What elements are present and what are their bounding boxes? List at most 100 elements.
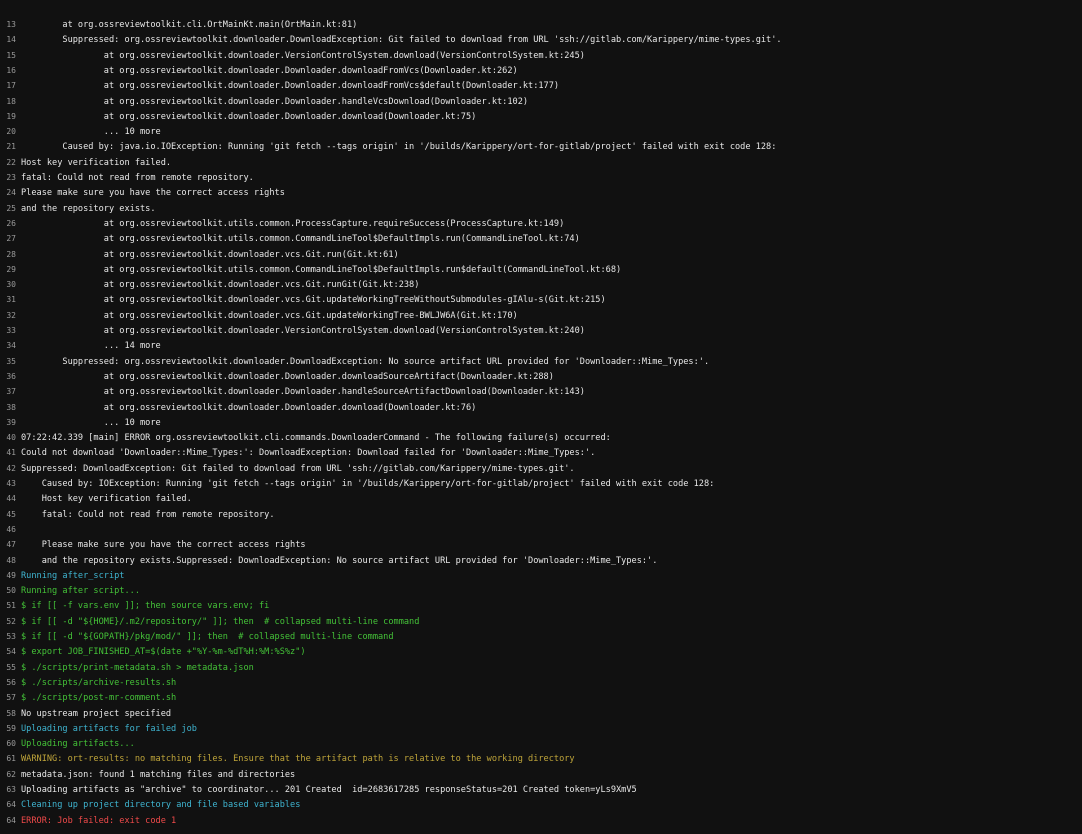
line-number[interactable]: 55 <box>0 662 16 674</box>
log-line-text: at org.ossreviewtoolkit.downloader.Versi… <box>21 50 585 61</box>
log-line-text: Uploading artifacts for failed job <box>21 723 197 734</box>
line-number[interactable]: 25 <box>0 203 16 215</box>
line-number[interactable]: 24 <box>0 187 16 199</box>
log-line-text: $ if [[ -d "${HOME}/.m2/repository/" ]];… <box>21 616 420 627</box>
log-line-text: and the repository exists. <box>21 203 156 214</box>
log-line-text: Please make sure you have the correct ac… <box>21 188 285 199</box>
log-line-text: No upstream project specified <box>21 708 172 719</box>
line-number[interactable]: 29 <box>0 264 16 276</box>
line-number[interactable]: 19 <box>0 111 16 123</box>
line-number[interactable]: 61 <box>0 753 16 765</box>
log-line-text: Host key verification failed. <box>21 157 172 168</box>
log-line-text: at org.ossreviewtoolkit.downloader.Downl… <box>21 402 477 413</box>
log-line-text: at org.ossreviewtoolkit.utils.common.Com… <box>21 234 580 245</box>
log-line-text: $ if [[ -f vars.env ]]; then source vars… <box>21 601 270 612</box>
line-number[interactable]: 36 <box>0 371 16 383</box>
line-number[interactable]: 64 <box>0 815 16 827</box>
log-line-text: fatal: Could not read from remote reposi… <box>21 509 275 520</box>
line-number[interactable]: 58 <box>0 708 16 720</box>
line-number[interactable]: 52 <box>0 616 16 628</box>
log-line-text: at org.ossreviewtoolkit.downloader.Downl… <box>21 387 585 398</box>
line-number[interactable]: 53 <box>0 631 16 643</box>
line-number[interactable]: 48 <box>0 555 16 567</box>
line-number[interactable]: 30 <box>0 279 16 291</box>
log-line-text: WARNING: ort-results: no matching files.… <box>21 754 575 765</box>
line-number[interactable]: 59 <box>0 723 16 735</box>
line-number[interactable]: 17 <box>0 80 16 92</box>
log-line-text: $ ./scripts/archive-results.sh <box>21 677 177 688</box>
line-number[interactable]: 57 <box>0 692 16 704</box>
log-line-text: Suppressed: org.ossreviewtoolkit.downloa… <box>21 356 710 367</box>
line-number[interactable]: 60 <box>0 738 16 750</box>
line-number[interactable]: 31 <box>0 294 16 306</box>
line-number[interactable]: 26 <box>0 218 16 230</box>
log-line-text: ... 14 more <box>21 341 161 352</box>
line-number[interactable]: 37 <box>0 386 16 398</box>
job-log-output[interactable]: 13 at org.ossreviewtoolkit.cli.OrtMainKt… <box>0 0 1082 834</box>
line-number[interactable]: 45 <box>0 509 16 521</box>
line-number[interactable]: 32 <box>0 310 16 322</box>
log-line-text: Suppressed: org.ossreviewtoolkit.downloa… <box>21 35 782 46</box>
line-number[interactable]: 50 <box>0 585 16 597</box>
line-number[interactable]: 18 <box>0 96 16 108</box>
line-number[interactable]: 22 <box>0 157 16 169</box>
line-number[interactable]: 15 <box>0 50 16 62</box>
log-line-text: Running after_script <box>21 570 125 581</box>
line-number[interactable]: 38 <box>0 402 16 414</box>
log-line-text: 07:22:42.339 [main] ERROR org.ossreviewt… <box>21 433 611 444</box>
line-number[interactable]: 39 <box>0 417 16 429</box>
log-line-text: Uploading artifacts... <box>21 739 135 750</box>
log-line-text: at org.ossreviewtoolkit.downloader.Versi… <box>21 326 585 336</box>
line-number[interactable]: 20 <box>0 126 16 138</box>
line-number[interactable]: 54 <box>0 646 16 658</box>
line-number[interactable]: 43 <box>0 478 16 490</box>
line-number[interactable]: 62 <box>0 769 16 781</box>
line-number[interactable]: 63 <box>0 784 16 796</box>
line-number[interactable]: 51 <box>0 600 16 612</box>
line-number[interactable]: 23 <box>0 172 16 184</box>
line-number[interactable]: 40 <box>0 432 16 444</box>
log-line-text: at org.ossreviewtoolkit.utils.common.Pro… <box>21 218 565 229</box>
line-number[interactable]: 47 <box>0 539 16 551</box>
line-number[interactable]: 64 <box>0 799 16 811</box>
log-line-text: metadata.json: found 1 matching files an… <box>21 769 296 780</box>
log-line-text: at org.ossreviewtoolkit.downloader.Downl… <box>21 81 560 92</box>
log-line-text: Please make sure you have the correct ac… <box>21 540 306 551</box>
log-line-text: at org.ossreviewtoolkit.downloader.Downl… <box>21 96 529 107</box>
line-number[interactable]: 27 <box>0 233 16 245</box>
line-number[interactable]: 41 <box>0 447 16 459</box>
log-line-text: Could not download 'Downloader::Mime_Typ… <box>21 448 596 459</box>
log-line-text: at org.ossreviewtoolkit.downloader.vcs.G… <box>21 310 518 321</box>
log-line-text: at org.ossreviewtoolkit.utils.common.Com… <box>21 264 622 275</box>
log-line-text: Cleaning up project directory and file b… <box>21 800 301 811</box>
line-number[interactable]: 34 <box>0 340 16 352</box>
line-number[interactable]: 56 <box>0 677 16 689</box>
log-line-text: $ export JOB_FINISHED_AT=$(date +"%Y-%m-… <box>21 647 306 658</box>
line-number[interactable]: 35 <box>0 356 16 368</box>
line-number[interactable]: 49 <box>0 570 16 582</box>
line-number[interactable]: 46 <box>0 524 16 536</box>
log-line-text: $ if [[ -d "${GOPATH}/pkg/mod/" ]]; then… <box>21 632 394 642</box>
log-line-text: Running after script... <box>21 586 140 597</box>
log-line-text: Suppressed: DownloadException: Git faile… <box>21 463 575 474</box>
log-line-text: at org.ossreviewtoolkit.downloader.Downl… <box>21 111 477 122</box>
log-line-text: at org.ossreviewtoolkit.downloader.Downl… <box>21 371 554 382</box>
line-number[interactable]: 13 <box>0 19 16 31</box>
log-line-text: fatal: Could not read from remote reposi… <box>21 173 254 183</box>
line-number[interactable]: 42 <box>0 463 16 475</box>
log-line-text: ... 10 more <box>21 127 161 138</box>
line-number[interactable]: 21 <box>0 141 16 153</box>
line-number[interactable]: 44 <box>0 493 16 505</box>
line-number[interactable]: 28 <box>0 249 16 261</box>
line-number[interactable]: 14 <box>0 34 16 46</box>
log-line-text: at org.ossreviewtoolkit.downloader.Downl… <box>21 65 518 76</box>
log-line-text: at org.ossreviewtoolkit.cli.OrtMainKt.ma… <box>21 20 358 30</box>
log-line-text: ERROR: Job failed: exit code 1 <box>21 815 177 826</box>
log-line-text: at org.ossreviewtoolkit.downloader.vcs.G… <box>21 280 420 291</box>
line-number[interactable]: 33 <box>0 325 16 337</box>
log-line-text: $ ./scripts/post-mr-comment.sh <box>21 693 177 704</box>
log-line-text: $ ./scripts/print-metadata.sh > metadata… <box>21 662 254 673</box>
log-line-text: Caused by: java.io.IOException: Running … <box>21 142 777 153</box>
log-line-text: Uploading artifacts as "archive" to coor… <box>21 785 637 795</box>
line-number[interactable]: 16 <box>0 65 16 77</box>
